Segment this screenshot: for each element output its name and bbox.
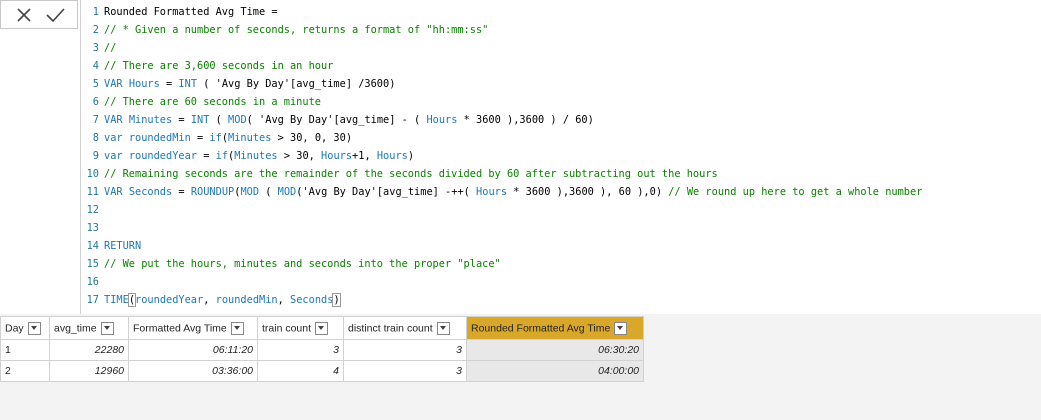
code-line[interactable]: 4 // There are 3,600 seconds in an hour	[81, 57, 334, 75]
line-number: 1	[92, 6, 99, 18]
line-number: 5	[92, 78, 99, 90]
dax-code-editor[interactable]: 1 Rounded Formatted Avg Time = 2 // * Given…	[80, 0, 1041, 314]
commit-button[interactable]	[44, 5, 66, 25]
code-line[interactable]: 7 VAR Minutes = INT ( MOD( 'Avg By Day'[a…	[81, 111, 594, 129]
code-line[interactable]: 10 // Remaining seconds are the remainder…	[81, 165, 718, 183]
cell-avg-time[interactable]: 12960	[49, 360, 129, 382]
code-text: TIME(roundedYear, roundedMin, Seconds)	[104, 293, 341, 307]
code-line[interactable]: 16	[81, 273, 104, 291]
code-text: VAR Seconds = ROUNDUP(MOD ( MOD('Avg By …	[104, 186, 923, 198]
data-table-area: Day avg_time Formatted Avg Time train co…	[0, 314, 1041, 420]
code-text: var roundedMin = if(Minutes > 30, 0, 30)	[104, 132, 353, 144]
dropdown-icon[interactable]	[614, 321, 628, 335]
cell-distinct-train-count[interactable]: 3	[343, 360, 467, 382]
column-header-day[interactable]: Day	[0, 316, 50, 340]
line-number: 8	[92, 132, 99, 144]
code-line[interactable]: 6 // There are 60 seconds in a minute	[81, 93, 321, 111]
formula-actions	[0, 0, 78, 29]
code-text: // There are 3,600 seconds in an hour	[104, 60, 334, 72]
column-header-rounded-formatted-avg-time[interactable]: Rounded Formatted Avg Time	[466, 316, 644, 340]
line-number: 14	[86, 240, 99, 252]
code-line[interactable]: 1 Rounded Formatted Avg Time =	[81, 3, 278, 21]
code-line[interactable]: 3 //	[81, 39, 117, 57]
close-icon	[17, 8, 31, 22]
column-header-avg-time[interactable]: avg_time	[49, 316, 129, 340]
code-line[interactable]: 15 // We put the hours, minutes and secon…	[81, 255, 501, 273]
code-text: // * Given a number of seconds, returns …	[104, 24, 489, 36]
dropdown-icon[interactable]	[27, 321, 41, 335]
cancel-button[interactable]	[13, 5, 35, 25]
cell-rounded-formatted-avg-time[interactable]: 06:30:20	[466, 339, 644, 361]
code-text: RETURN	[104, 240, 142, 252]
table-header-row: Day avg_time Formatted Avg Time train co…	[0, 316, 644, 340]
dropdown-icon[interactable]	[436, 321, 450, 335]
line-number: 10	[86, 168, 99, 180]
line-number: 16	[86, 276, 99, 288]
code-line[interactable]: 12	[81, 201, 104, 219]
line-number: 4	[92, 60, 99, 72]
code-line[interactable]: 17 TIME(roundedYear, roundedMin, Seconds)	[81, 291, 341, 309]
dropdown-icon[interactable]	[315, 321, 329, 335]
cell-rounded-formatted-avg-time[interactable]: 04:00:00	[466, 360, 644, 382]
line-number: 17	[86, 294, 99, 306]
line-number: 6	[92, 96, 99, 108]
code-text: VAR Minutes = INT ( MOD( 'Avg By Day'[av…	[104, 114, 594, 126]
cell-formatted-avg-time[interactable]: 03:36:00	[128, 360, 258, 382]
table-row: 1 22280 06:11:20 3 3 06:30:20	[0, 339, 644, 361]
cell-day[interactable]: 1	[0, 339, 50, 361]
line-number: 9	[92, 150, 99, 162]
code-line[interactable]: 2 // * Given a number of seconds, returns…	[81, 21, 489, 39]
line-number: 2	[92, 24, 99, 36]
cell-train-count[interactable]: 4	[257, 360, 344, 382]
data-table: Day avg_time Formatted Avg Time train co…	[0, 316, 644, 382]
code-line[interactable]: 13	[81, 219, 104, 237]
code-line[interactable]: 9 var roundedYear = if(Minutes > 30, Hour…	[81, 147, 414, 165]
cell-formatted-avg-time[interactable]: 06:11:20	[128, 339, 258, 361]
table-row: 2 12960 03:36:00 4 3 04:00:00	[0, 360, 644, 382]
line-number: 3	[92, 42, 99, 54]
code-text: // There are 60 seconds in a minute	[104, 96, 321, 108]
cell-distinct-train-count[interactable]: 3	[343, 339, 467, 361]
code-line[interactable]: 5 VAR Hours = INT ( 'Avg By Day'[avg_time…	[81, 75, 396, 93]
line-number: 11	[86, 186, 99, 198]
dropdown-icon[interactable]	[100, 321, 114, 335]
column-header-train-count[interactable]: train count	[257, 316, 344, 340]
cell-day[interactable]: 2	[0, 360, 50, 382]
code-text: Rounded Formatted Avg Time =	[104, 6, 278, 18]
code-text: VAR Hours = INT ( 'Avg By Day'[avg_time]…	[104, 78, 396, 90]
column-header-distinct-train-count[interactable]: distinct train count	[343, 316, 467, 340]
code-line[interactable]: 11 VAR Seconds = ROUNDUP(MOD ( MOD('Avg B…	[81, 183, 923, 201]
formula-bar: 1 Rounded Formatted Avg Time = 2 // * Given…	[0, 0, 1041, 314]
code-text: //	[104, 42, 117, 54]
code-text: // Remaining seconds are the remainder o…	[104, 168, 718, 180]
column-header-formatted-avg-time[interactable]: Formatted Avg Time	[128, 316, 258, 340]
code-line[interactable]: 14 RETURN	[81, 237, 142, 255]
code-line[interactable]: 8 var roundedMin = if(Minutes > 30, 0, 30…	[81, 129, 352, 147]
dropdown-icon[interactable]	[230, 321, 244, 335]
line-number: 13	[86, 222, 99, 234]
line-number: 7	[92, 114, 99, 126]
code-text: var roundedYear = if(Minutes > 30, Hours…	[104, 150, 415, 162]
code-text: // We put the hours, minutes and seconds…	[104, 258, 501, 270]
line-number: 15	[86, 258, 99, 270]
check-icon	[46, 8, 65, 23]
cell-train-count[interactable]: 3	[257, 339, 344, 361]
cell-avg-time[interactable]: 22280	[49, 339, 129, 361]
line-number: 12	[86, 204, 99, 216]
